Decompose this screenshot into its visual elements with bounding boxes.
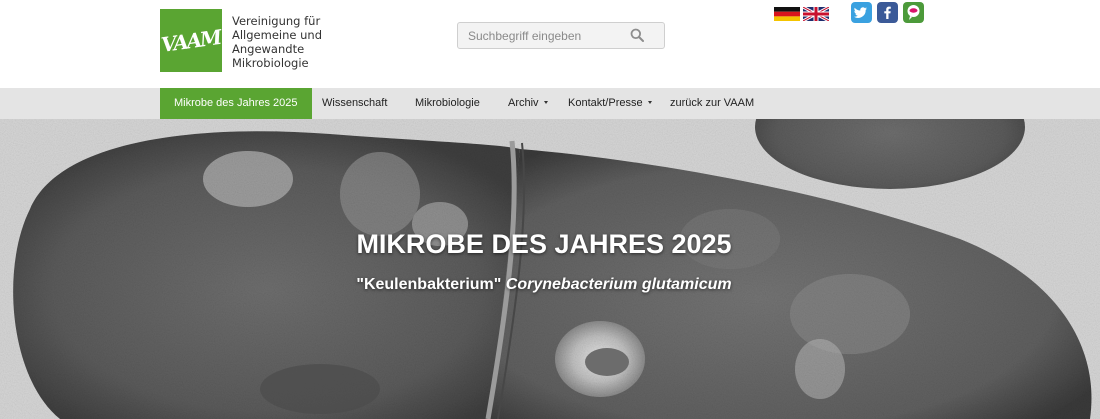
nav-item-kontakt-presse[interactable]: Kontakt/Presse	[568, 88, 652, 119]
hero-subtitle-common-name: "Keulenbakterium"	[356, 276, 502, 293]
hero-title: MIKROBE DES JAHRES 2025	[356, 229, 732, 259]
german-flag-icon[interactable]	[774, 7, 800, 21]
org-name-line: Allgemeine und	[232, 28, 323, 42]
org-name-line: Vereinigung für	[232, 14, 321, 28]
org-name-line: Angewandte	[232, 42, 305, 56]
nav-item-mikrobe-des-jahres[interactable]: Mikrobe des Jahres 2025	[160, 88, 312, 119]
mikrobe-icon[interactable]	[903, 2, 924, 23]
nav-item-label: Kontakt/Presse	[568, 97, 643, 109]
organization-name[interactable]: Vereinigung für Allgemeine und Angewandt…	[232, 14, 322, 70]
logo-text: VAAM	[160, 24, 222, 57]
search-icon[interactable]	[630, 28, 644, 42]
twitter-icon[interactable]	[851, 2, 872, 23]
hero-banner: MIKROBE DES JAHRES 2025 "Keulenbakterium…	[0, 119, 1100, 419]
main-navigation: Mikrobe des Jahres 2025 Wissenschaft Mik…	[0, 88, 1100, 119]
nav-item-label: zurück zur VAAM	[670, 97, 755, 109]
hero-subtitle-latin-name: Corynebacterium glutamicum	[505, 276, 732, 293]
nav-item-archiv[interactable]: Archiv	[508, 88, 548, 119]
chevron-down-icon	[543, 101, 548, 104]
vaam-logo[interactable]: VAAM	[160, 9, 222, 72]
bacterium-micrograph	[0, 119, 1100, 419]
nav-item-label: Mikrobiologie	[415, 97, 480, 109]
nav-item-label: Archiv	[508, 97, 539, 109]
org-name-line: Mikrobiologie	[232, 56, 309, 70]
nav-item-mikrobiologie[interactable]: Mikrobiologie	[415, 88, 480, 119]
site-header: VAAM Vereinigung für Allgemeine und Ange…	[0, 0, 1100, 88]
nav-item-label: Mikrobe des Jahres 2025	[174, 97, 298, 109]
chevron-down-icon	[647, 101, 652, 104]
nav-item-wissenschaft[interactable]: Wissenschaft	[322, 88, 387, 119]
facebook-icon[interactable]	[877, 2, 898, 23]
search-input[interactable]	[458, 23, 628, 48]
search-box	[457, 22, 665, 49]
nav-item-label: Wissenschaft	[322, 97, 388, 109]
hero-subtitle: "Keulenbakterium" Corynebacterium glutam…	[0, 276, 1088, 294]
nav-item-zurueck-zur-vaam[interactable]: zurück zur VAAM	[670, 88, 754, 119]
english-flag-icon[interactable]	[803, 7, 829, 21]
